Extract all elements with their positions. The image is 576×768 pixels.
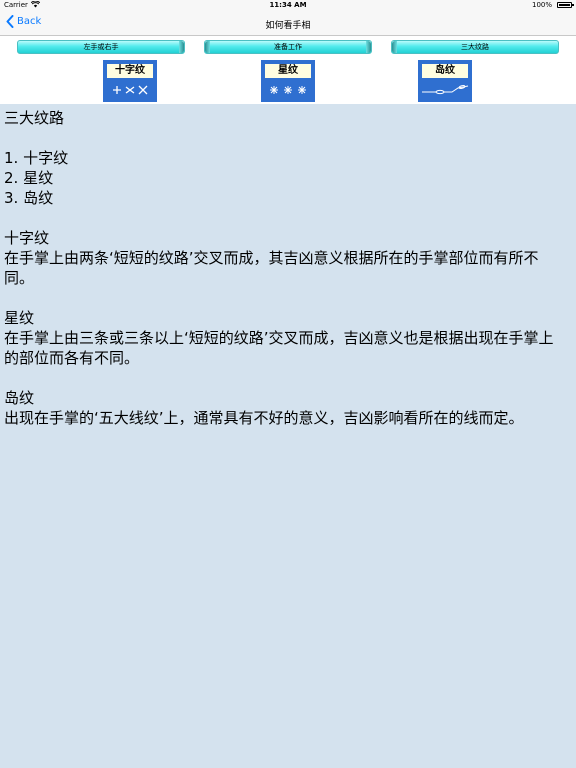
tab-shade	[179, 41, 184, 53]
article-heading: 三大纹路	[4, 109, 65, 127]
thumbnail-label: 岛纹	[422, 64, 468, 78]
list-item: 3. 岛纹	[4, 189, 54, 207]
battery-icon	[557, 2, 572, 8]
thumbnail-row: 十字纹 星纹 岛纹	[0, 58, 576, 104]
tab-shade	[366, 41, 371, 53]
tab-shade	[205, 41, 210, 53]
section-title: 星纹	[4, 309, 35, 327]
page-title: 如何看手相	[265, 21, 311, 31]
battery-percentage: 100%	[531, 1, 552, 9]
tab-label: 左手或右手	[83, 43, 119, 51]
status-bar: Carrier 11:34 AM 100%	[0, 0, 576, 12]
tab-left-or-right-hand[interactable]: 左手或右手	[17, 40, 185, 54]
section-body: 在手掌上由三条或三条以上‘短短的纹路’交叉而成，吉凶意义也是根据出现在手掌上的部…	[4, 329, 554, 367]
thumbnail-star-line[interactable]: 星纹	[261, 60, 315, 102]
tab-three-major-lines[interactable]: 三大纹路	[391, 40, 559, 54]
section-body: 在手掌上由两条‘短短的纹路’交叉而成，其吉凶意义根据所在的手掌部位而有所不同。	[4, 249, 539, 287]
tab-preparation[interactable]: 准备工作	[204, 40, 372, 54]
list-item: 2. 星纹	[4, 169, 54, 187]
section-title: 岛纹	[4, 389, 35, 407]
battery-tip	[572, 4, 574, 6]
tab-strip: 左手或右手 准备工作 三大纹路	[0, 36, 576, 58]
thumbnail-label: 星纹	[265, 64, 311, 78]
status-time: 11:34 AM	[269, 1, 307, 9]
thumbnail-cross-line[interactable]: 十字纹	[103, 60, 157, 102]
star-marks-icon	[270, 86, 306, 94]
tab-shade	[392, 41, 397, 53]
list-item: 1. 十字纹	[4, 149, 69, 167]
section-body: 出现在手掌的‘五大线纹’上，通常具有不好的意义，吉凶影响看所在的线而定。	[4, 409, 524, 427]
section-title: 十字纹	[4, 229, 50, 247]
island-marks-icon	[422, 85, 469, 95]
navigation-bar: Back 如何看手相	[0, 12, 576, 36]
thumbnail-island-line[interactable]: 岛纹	[418, 60, 472, 102]
cross-marks-icon	[113, 85, 148, 95]
article-content: 三大纹路 1. 十字纹 2. 星纹 3. 岛纹 十字纹 在手掌上由两条‘短短的纹…	[4, 108, 564, 428]
tab-label: 准备工作	[274, 43, 302, 51]
thumbnail-label: 十字纹	[107, 64, 153, 78]
tab-label: 三大纹路	[461, 43, 489, 51]
